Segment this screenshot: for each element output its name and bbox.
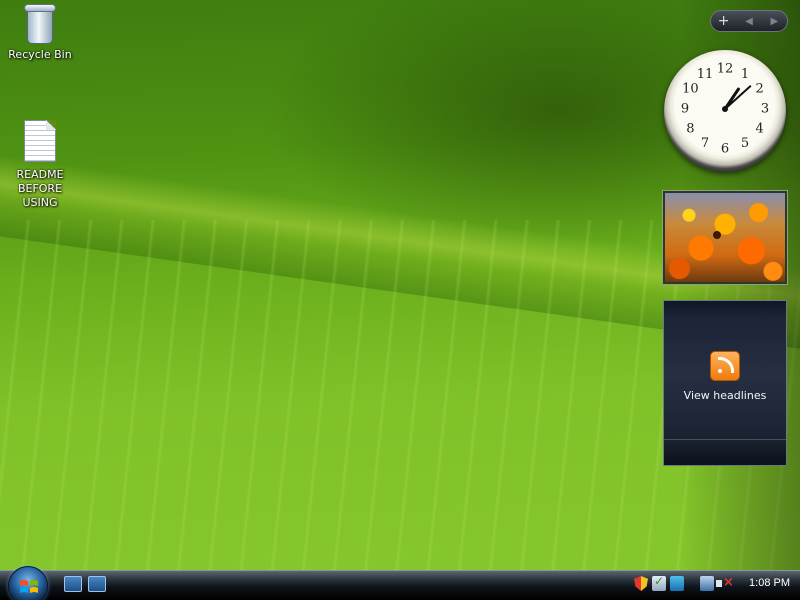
flower-center (713, 231, 721, 239)
clock-number: 12 (717, 62, 734, 77)
switch-windows-icon[interactable] (88, 576, 106, 592)
view-headlines-label[interactable]: View headlines (664, 389, 786, 402)
feed-headlines-gadget[interactable]: View headlines (663, 300, 787, 466)
next-page-button[interactable]: ▶ (764, 16, 784, 27)
readme-label: README BEFORE USING (16, 168, 64, 209)
start-button[interactable] (8, 566, 48, 600)
clock-center-pin (722, 106, 728, 112)
taskbar-clock[interactable]: 1:08 PM (736, 577, 790, 589)
feed-gadget-footer (664, 439, 786, 465)
clock-number: 5 (741, 136, 749, 151)
sidebar-controls: + ◀ ▶ (710, 10, 788, 32)
clock-number: 7 (701, 136, 709, 151)
clock-number: 1 (741, 67, 749, 82)
volume-muted-icon[interactable]: × (716, 575, 734, 591)
clock-number: 11 (697, 67, 714, 82)
desktop-icon-recycle-bin[interactable]: Recycle Bin (4, 2, 76, 62)
clock-gadget[interactable]: 12 1 2 3 4 5 6 7 8 9 10 11 (664, 50, 786, 172)
clock-number: 10 (682, 82, 699, 97)
clock-face: 12 12 3 45678 9 1011 (681, 62, 769, 157)
windows-logo-icon (20, 580, 38, 593)
rss-feed-icon (710, 351, 740, 381)
desktop-icon-readme[interactable]: README BEFORE USING (4, 120, 76, 210)
network-icon[interactable] (700, 576, 714, 591)
clock-number: 6 (721, 142, 729, 157)
previous-page-button[interactable]: ◀ (739, 16, 759, 27)
windows-update-icon[interactable] (670, 576, 684, 591)
windows-defender-icon[interactable] (652, 574, 666, 591)
clock-number: 2 (756, 82, 764, 97)
recycle-bin-label: Recycle Bin (8, 48, 72, 61)
text-document-icon (24, 120, 56, 162)
clock-number: 4 (756, 122, 764, 137)
clock-number: 3 (761, 102, 769, 117)
recycle-bin-icon (22, 2, 58, 46)
show-desktop-icon[interactable] (64, 576, 82, 592)
add-gadget-button[interactable]: + (714, 13, 734, 29)
clock-number: 9 (681, 102, 689, 117)
clock-number: 8 (686, 122, 694, 137)
slideshow-gadget[interactable] (663, 191, 787, 284)
